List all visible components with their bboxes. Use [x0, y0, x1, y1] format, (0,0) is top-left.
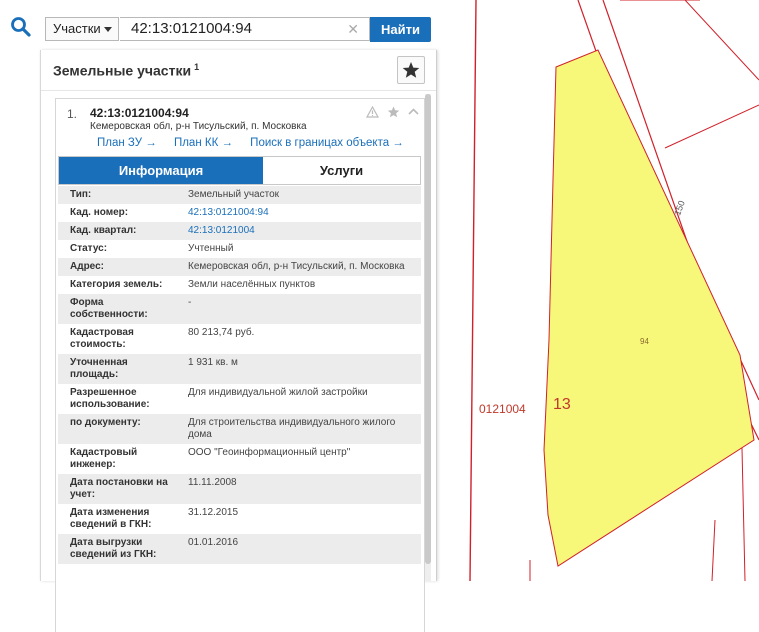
- info-row: Разрешенное использование: Для индивидуал…: [58, 384, 421, 414]
- info-key: Адрес:: [70, 261, 104, 272]
- info-key: Кад. квартал:: [70, 225, 137, 236]
- search-input[interactable]: 42:13:0121004:94 ✕: [120, 17, 370, 41]
- boundary-line: [684, 0, 759, 81]
- search-type-label: Участки: [53, 21, 101, 36]
- info-value: Для индивидуальной жилой застройки: [188, 387, 368, 398]
- info-key: Дата постановки на учет:: [70, 477, 168, 500]
- panel-title-text: Земельные участки: [53, 62, 192, 79]
- results-panel: Земельные участки 1 1. 42:13:0121004:94 К…: [40, 50, 437, 632]
- info-row: Дата выгрузки сведений из ГКН: 01.01.2016: [58, 534, 421, 564]
- tab-info[interactable]: Информация: [59, 157, 263, 184]
- tab-services[interactable]: Услуги: [263, 157, 420, 184]
- info-row: Уточненная площадь: 1 931 кв. м: [58, 354, 421, 384]
- info-key: по документу:: [70, 417, 141, 428]
- result-tabs: Информация Услуги: [58, 156, 421, 185]
- boundary-line: [711, 519, 716, 581]
- info-value: 31.12.2015: [188, 507, 239, 518]
- result-address: Кемеровская обл, р-н Тисульский, п. Моск…: [90, 121, 307, 132]
- clear-icon[interactable]: ✕: [347, 18, 359, 40]
- info-row: Форма собственности: -: [58, 294, 421, 324]
- search-submit-button[interactable]: Найти: [370, 17, 431, 42]
- info-key: Разрешенное использование:: [70, 387, 150, 410]
- info-value: 11.11.2008: [188, 477, 237, 488]
- info-row: по документу: Для строительства индивидуа…: [58, 414, 421, 444]
- info-row: Кадастровый инженер: ООО "Геоинформационн…: [58, 444, 421, 474]
- link-search-in-bounds[interactable]: Поиск в границах объекта →: [250, 137, 404, 149]
- parcel-94-polygon[interactable]: [543, 49, 755, 567]
- link-plan-zu[interactable]: План ЗУ →: [97, 137, 157, 149]
- info-value[interactable]: 42:13:0121004: [178, 225, 421, 237]
- info-row: Тип: Земельный участок: [58, 186, 421, 204]
- info-row: Кадастровая стоимость: 80 213,74 руб.: [58, 324, 421, 354]
- info-row: Статус: Учтенный: [58, 240, 421, 258]
- search-type-select[interactable]: Участки: [45, 17, 119, 41]
- result-card: 1. 42:13:0121004:94 Кемеровская обл, р-н…: [55, 98, 425, 632]
- info-key: Статус:: [70, 243, 108, 254]
- result-count: 1: [194, 62, 200, 72]
- favorites-button[interactable]: [397, 56, 425, 84]
- star-icon: [402, 62, 420, 78]
- star-icon[interactable]: [387, 105, 400, 123]
- quarter-label: 0121004: [479, 402, 526, 416]
- search-query: 42:13:0121004:94: [131, 20, 252, 37]
- info-table: Тип: Земельный участок Кад. номер: 42:13:01…: [58, 186, 421, 564]
- result-links: План ЗУ → План КК → Поиск в границах объ…: [97, 137, 418, 149]
- info-row: Кад. квартал: 42:13:0121004: [58, 222, 421, 240]
- card-actions: [363, 105, 420, 123]
- block-label: 13: [553, 396, 571, 413]
- search-icon[interactable]: [8, 14, 34, 40]
- info-key: Дата выгрузки сведений из ГКН:: [70, 537, 157, 560]
- scrollbar-thumb[interactable]: [425, 94, 431, 564]
- result-index: 1.: [67, 107, 78, 121]
- info-value: ООО "Геоинформационный центр": [188, 447, 351, 458]
- info-key: Уточненная площадь:: [70, 357, 128, 380]
- collapse-icon[interactable]: [407, 105, 420, 123]
- info-row: Дата постановки на учет: 11.11.2008: [58, 474, 421, 504]
- info-row: Категория земель: Земли населённых пункто…: [58, 276, 421, 294]
- info-value: 01.01.2016: [188, 537, 239, 548]
- scrollbar[interactable]: [425, 94, 431, 581]
- info-value: Для строительства индивидуального жилого…: [188, 417, 396, 440]
- info-row: Адрес: Кемеровская обл, р-н Тисульский, п…: [58, 258, 421, 276]
- divider: [41, 90, 436, 91]
- warning-icon[interactable]: [366, 105, 380, 123]
- info-key: Кад. номер:: [70, 207, 129, 218]
- info-value[interactable]: 42:13:0121004:94: [178, 207, 421, 219]
- info-key: Кадастровая стоимость:: [70, 327, 134, 350]
- info-value: Земельный участок: [188, 189, 280, 200]
- info-value: 1 931 кв. м: [188, 357, 238, 368]
- link-plan-kk[interactable]: План КК →: [174, 137, 233, 149]
- info-key: Категория земель:: [70, 279, 163, 290]
- panel-title: Земельные участки 1: [53, 62, 199, 79]
- info-value: 80 213,74 руб.: [188, 327, 255, 338]
- quarter-boundary: [469, 0, 477, 581]
- info-value: -: [188, 297, 192, 308]
- info-key: Тип:: [70, 189, 92, 200]
- result-cadastral-number[interactable]: 42:13:0121004:94: [90, 106, 189, 120]
- chevron-down-icon: [104, 27, 112, 32]
- parcel-number-label: 94: [640, 337, 649, 346]
- info-key: Форма собственности:: [70, 297, 148, 320]
- info-row: Дата изменения сведений в ГКН: 31.12.2015: [58, 504, 421, 534]
- info-value: Кемеровская обл, р-н Тисульский, п. Моск…: [188, 261, 405, 272]
- info-value: Земли населённых пунктов: [188, 279, 316, 290]
- search-bar: Участки 42:13:0121004:94 ✕ Найти: [0, 0, 440, 50]
- info-key: Дата изменения сведений в ГКН:: [70, 507, 152, 530]
- info-value: Учтенный: [188, 243, 234, 254]
- boundary-line: [664, 104, 759, 149]
- info-row: Кад. номер: 42:13:0121004:94: [58, 204, 421, 222]
- info-key: Кадастровый инженер:: [70, 447, 138, 470]
